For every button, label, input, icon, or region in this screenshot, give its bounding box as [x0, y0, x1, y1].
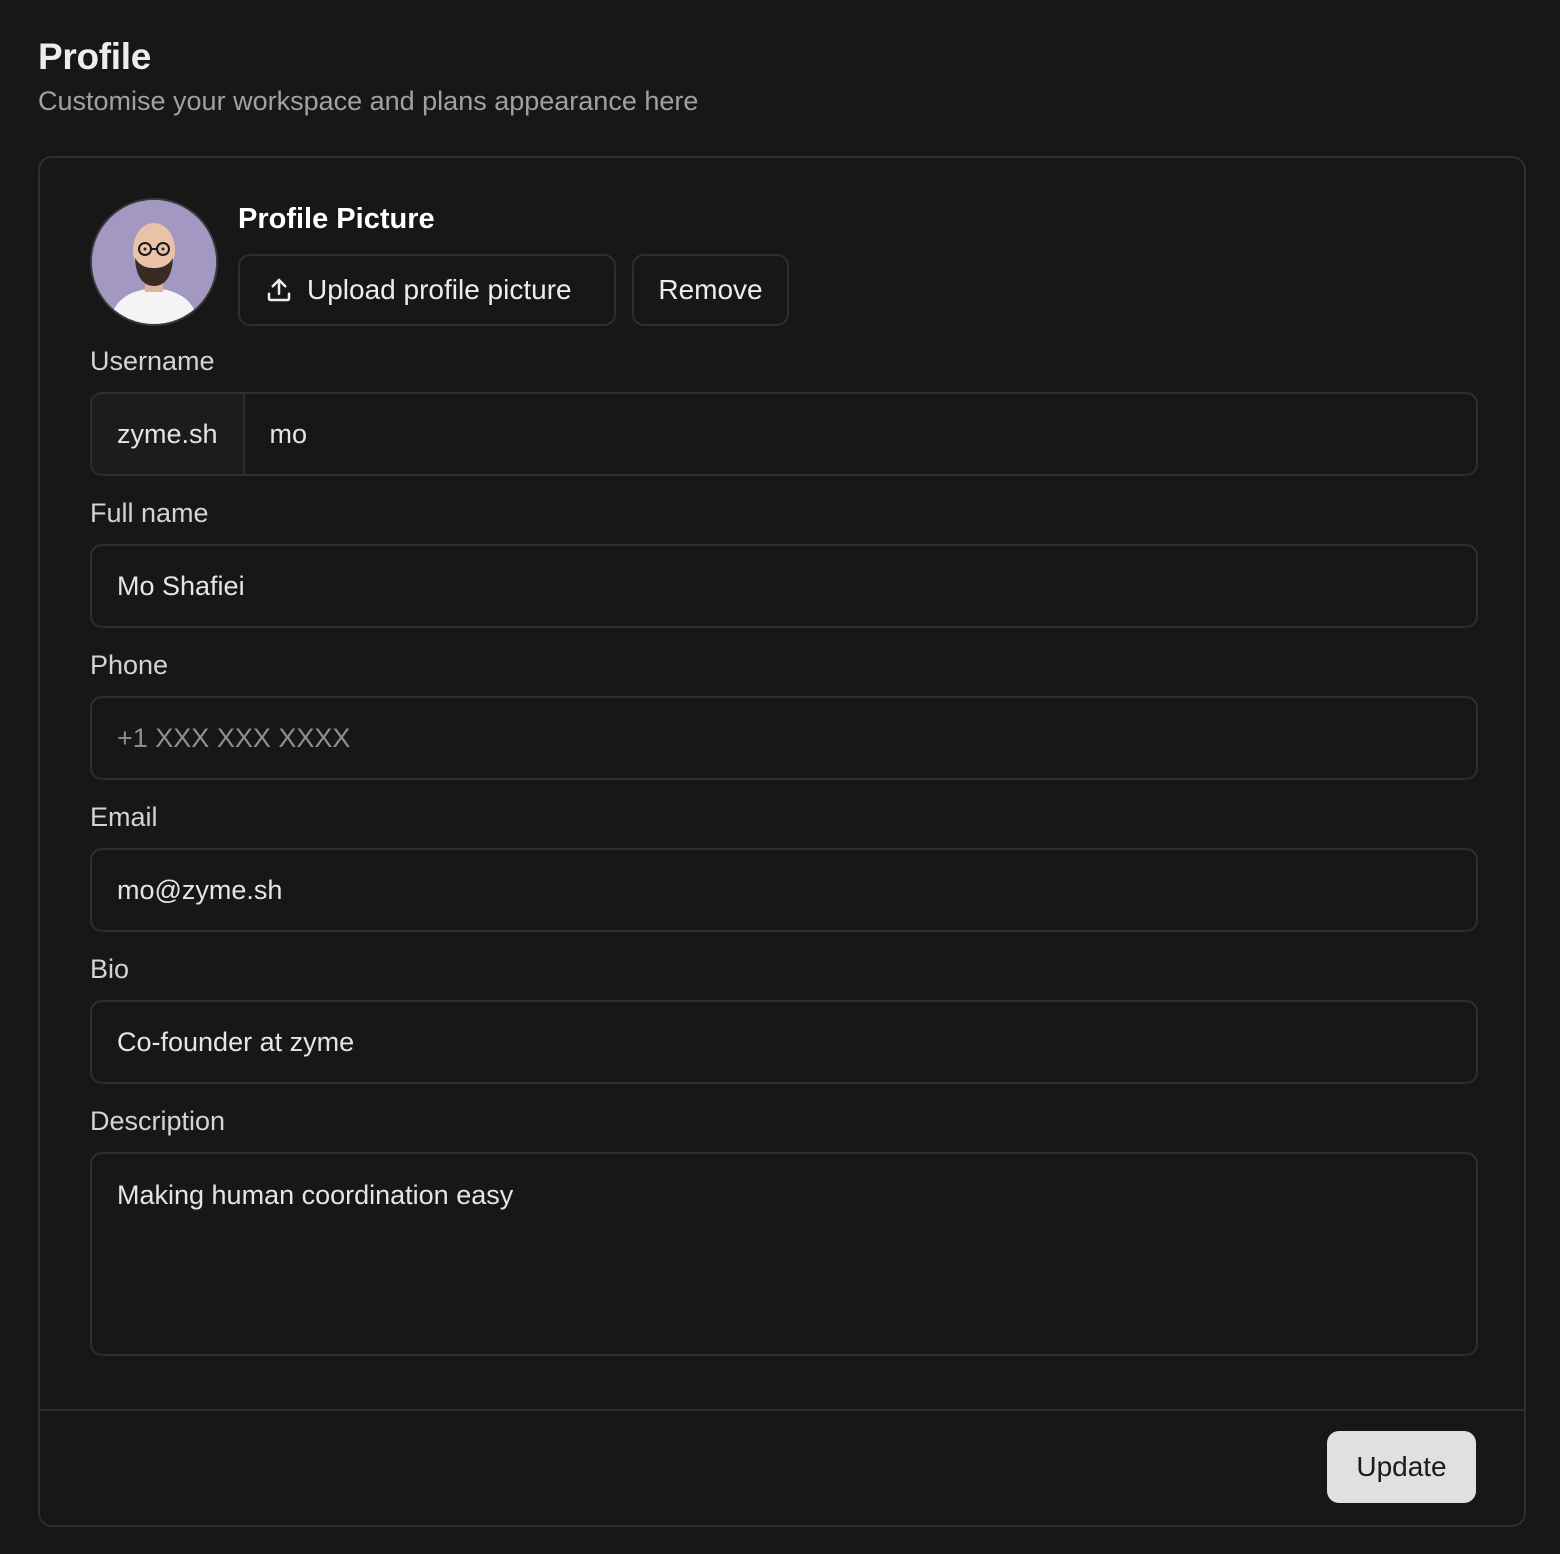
bio-label: Bio: [90, 954, 130, 984]
profile-picture-section: Profile Picture Upload profile picture R…: [90, 198, 1474, 326]
username-value[interactable]: mo: [245, 419, 308, 450]
avatar: [90, 198, 218, 326]
bio-field[interactable]: Co-founder at zyme: [90, 1000, 1478, 1084]
phone-label: Phone: [90, 650, 169, 680]
username-label: Username: [90, 346, 215, 376]
page-subtitle: Customise your workspace and plans appea…: [38, 86, 699, 116]
email-value[interactable]: mo@zyme.sh: [92, 875, 282, 906]
full-name-field[interactable]: Mo Shafiei: [90, 544, 1478, 628]
avatar-image: [92, 200, 216, 324]
upload-button-label: Upload profile picture: [307, 274, 572, 305]
profile-picture-heading: Profile Picture: [238, 203, 435, 235]
update-button[interactable]: Update: [1327, 1431, 1476, 1503]
upload-profile-picture-button[interactable]: Upload profile picture: [238, 254, 616, 326]
description-textarea[interactable]: Making human coordination easy: [90, 1152, 1478, 1356]
description-label: Description: [90, 1106, 226, 1136]
profile-form: Profile Picture Upload profile picture R…: [90, 198, 1478, 1356]
profile-page: Profile Customise your workspace and pla…: [0, 0, 1560, 1554]
bio-value[interactable]: Co-founder at zyme: [92, 1027, 354, 1058]
email-label: Email: [90, 802, 158, 832]
username-prefix: zyme.sh: [92, 394, 245, 474]
remove-button-label: Remove: [658, 274, 763, 305]
card-footer: Update: [40, 1409, 1524, 1525]
phone-placeholder[interactable]: +1 XXX XXX XXXX: [92, 723, 350, 754]
full-name-value[interactable]: Mo Shafiei: [92, 571, 245, 602]
upload-icon: [264, 275, 294, 305]
phone-field[interactable]: +1 XXX XXX XXXX: [90, 696, 1478, 780]
email-field[interactable]: mo@zyme.sh: [90, 848, 1478, 932]
page-title: Profile: [38, 36, 152, 77]
username-field[interactable]: zyme.sh mo: [90, 392, 1478, 476]
full-name-label: Full name: [90, 498, 209, 528]
profile-card: Profile Picture Upload profile picture R…: [38, 156, 1526, 1527]
remove-button[interactable]: Remove: [632, 254, 789, 326]
